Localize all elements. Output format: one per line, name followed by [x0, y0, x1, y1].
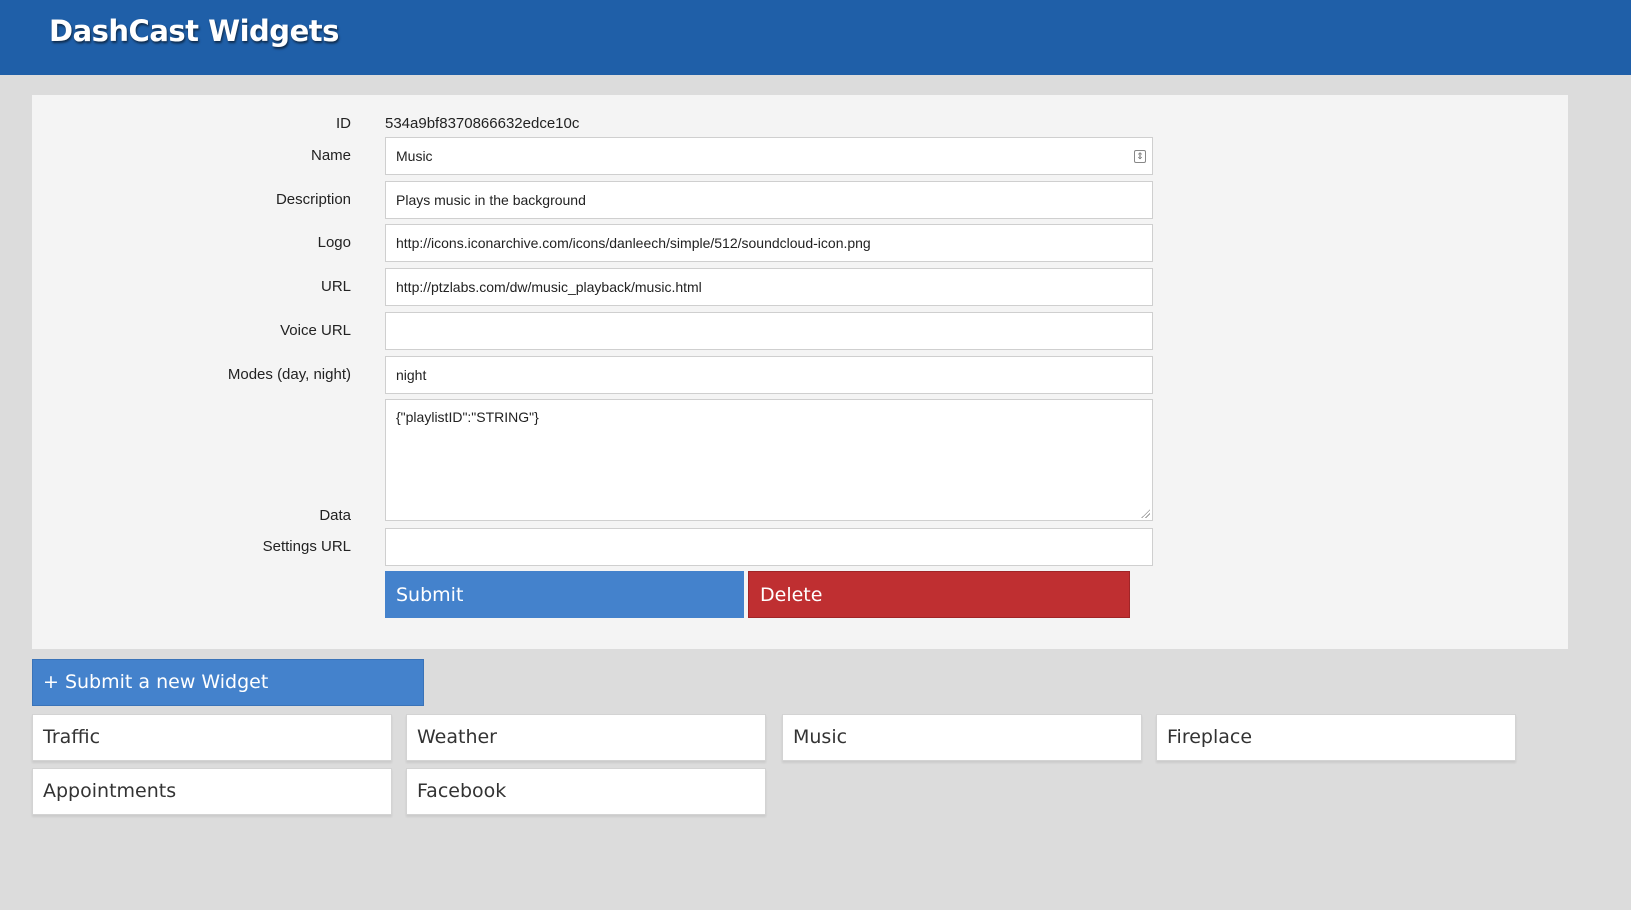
description-label: Description — [275, 191, 351, 208]
id-label: ID — [336, 115, 351, 132]
logo-field[interactable] — [385, 224, 1153, 262]
app-header: DashCast Widgets — [0, 0, 1631, 75]
voice-url-label: Voice URL — [280, 322, 351, 339]
modes-label: Modes (day, night) — [227, 366, 351, 383]
widget-card-appointments[interactable]: Appointments — [32, 768, 392, 815]
name-label: Name — [310, 147, 351, 164]
description-field[interactable] — [385, 181, 1153, 219]
widget-card-music[interactable]: Music — [782, 714, 1142, 761]
app-title: DashCast Widgets — [49, 14, 339, 48]
autofill-icon[interactable]: ⇕ — [1134, 150, 1146, 163]
voice-url-field[interactable] — [385, 312, 1153, 350]
id-value: 534a9bf8370866632edce10c — [385, 115, 580, 132]
settings-url-label: Settings URL — [262, 538, 351, 555]
delete-button[interactable]: Delete — [748, 571, 1130, 618]
submit-button[interactable]: Submit — [385, 571, 744, 618]
resize-handle-icon[interactable] — [1141, 509, 1150, 518]
widget-card-fireplace[interactable]: Fireplace — [1156, 714, 1516, 761]
modes-field[interactable] — [385, 356, 1153, 394]
settings-url-field[interactable] — [385, 528, 1153, 566]
widget-card-weather[interactable]: Weather — [406, 714, 766, 761]
url-field[interactable] — [385, 268, 1153, 306]
data-textarea[interactable]: {"playlistID":"STRING"} — [385, 399, 1153, 521]
widget-edit-form: ID 534a9bf8370866632edce10c Name ⇕ Descr… — [32, 95, 1568, 649]
name-field[interactable] — [385, 137, 1153, 175]
widget-card-traffic[interactable]: Traffic — [32, 714, 392, 761]
url-label: URL — [320, 278, 351, 295]
logo-label: Logo — [317, 234, 351, 251]
data-label: Data — [319, 507, 351, 524]
submit-new-widget-button[interactable]: + Submit a new Widget — [32, 659, 424, 706]
widget-card-facebook[interactable]: Facebook — [406, 768, 766, 815]
